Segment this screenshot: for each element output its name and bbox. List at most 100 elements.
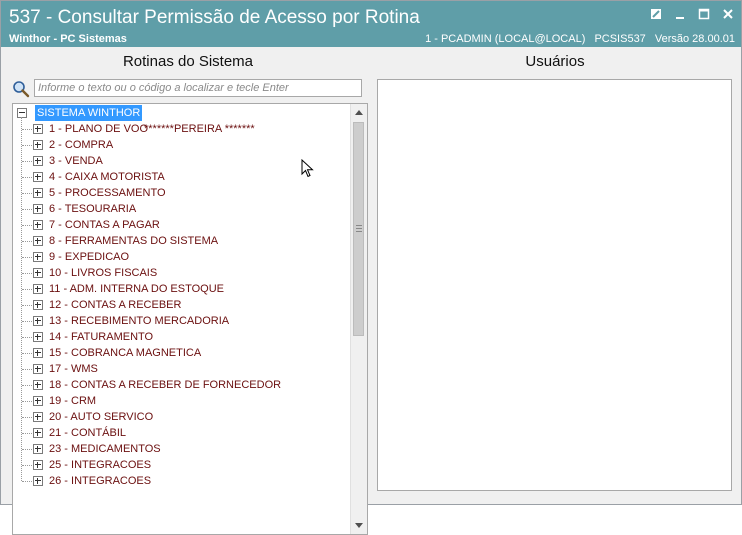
tree-item-label: 13 - RECEBIMENTO MERCADORIA xyxy=(49,315,230,327)
tree-node-label: SISTEMA WINTHOR xyxy=(35,105,143,121)
program-code: PCSIS537 xyxy=(594,33,646,45)
window-title: 537 - Consultar Permissão de Acesso por … xyxy=(9,7,420,28)
tree-scrollbar[interactable] xyxy=(350,104,367,534)
tree-item-label: 10 - LIVROS FISCAIS xyxy=(49,267,158,279)
close-button[interactable] xyxy=(721,7,735,21)
app-name: Winthor - PC Sistemas xyxy=(9,33,127,45)
expand-icon[interactable] xyxy=(33,396,43,406)
maximize-button[interactable] xyxy=(697,7,711,21)
title-bar[interactable]: 537 - Consultar Permissão de Acesso por … xyxy=(1,1,741,47)
tree-item-label: 11 - ADM. INTERNA DO ESTOQUE xyxy=(49,283,225,295)
users-panel-title: Usuários xyxy=(525,53,585,70)
tree-item-label: 26 - INTEGRACOES xyxy=(49,475,152,487)
tree-item-label: 9 - EXPEDICAO xyxy=(49,251,130,263)
expand-icon[interactable] xyxy=(33,140,43,150)
expand-icon[interactable] xyxy=(33,428,43,438)
tree-connector-line xyxy=(21,117,23,481)
expand-icon[interactable] xyxy=(33,268,43,278)
tree-item-label: 8 - FERRAMENTAS DO SISTEMA xyxy=(49,235,219,247)
expand-icon[interactable] xyxy=(33,348,43,358)
tree-item-label: 15 - COBRANCA MAGNETICA xyxy=(49,347,202,359)
arrow-up-icon xyxy=(355,110,363,115)
tree-item-label: 5 - PROCESSAMENTO xyxy=(49,187,166,199)
tree-connector-line xyxy=(22,193,32,195)
restore-edit-button[interactable] xyxy=(649,7,663,21)
tree-item-label: 19 - CRM xyxy=(49,395,97,407)
expand-icon[interactable] xyxy=(33,476,43,486)
tree-item-extra: *******PEREIRA ******* xyxy=(144,123,255,135)
mouse-cursor-icon xyxy=(301,159,314,178)
window-controls xyxy=(649,7,735,21)
tree-connector-line xyxy=(22,321,32,323)
tree-connector-line xyxy=(22,161,32,163)
tree-item-label: 21 - CONTÁBIL xyxy=(49,427,127,439)
tree-item-label: 14 - FATURAMENTO xyxy=(49,331,154,343)
search-input[interactable] xyxy=(34,79,362,97)
tree-connector-line xyxy=(22,209,32,211)
tree-item-label: 25 - INTEGRACOES xyxy=(49,459,152,471)
tree-connector-line xyxy=(22,433,32,435)
main-window: 537 - Consultar Permissão de Acesso por … xyxy=(0,0,742,535)
tree-connector-line xyxy=(22,273,32,275)
tree-connector-line xyxy=(22,289,32,291)
tree-connector-line xyxy=(22,353,32,355)
tree-item-label: 3 - VENDA xyxy=(49,155,103,167)
expand-icon[interactable] xyxy=(33,316,43,326)
search-icon[interactable] xyxy=(12,80,30,98)
tree-item-label: 4 - CAIXA MOTORISTA xyxy=(49,171,165,183)
arrow-down-icon xyxy=(355,523,363,528)
expand-icon[interactable] xyxy=(33,188,43,198)
tree-connector-line xyxy=(22,401,32,403)
expand-icon[interactable] xyxy=(33,204,43,214)
scroll-up-button[interactable] xyxy=(351,104,367,120)
tree-item-label: 17 - WMS xyxy=(49,363,98,375)
grip-line xyxy=(356,228,362,229)
minimize-icon xyxy=(676,17,684,19)
expand-icon[interactable] xyxy=(33,332,43,342)
tree-item-label: 2 - COMPRA xyxy=(49,139,114,151)
users-list[interactable] xyxy=(377,79,732,491)
expand-icon[interactable] xyxy=(33,444,43,454)
edit-window-icon xyxy=(651,9,661,19)
user-info: 1 - PCADMIN (LOCAL@LOCAL) xyxy=(425,33,586,45)
grip-line xyxy=(356,231,362,232)
scroll-thumb[interactable] xyxy=(353,122,364,336)
tree-item-label: 7 - CONTAS A PAGAR xyxy=(49,219,160,231)
expand-icon[interactable] xyxy=(33,284,43,294)
scroll-down-button[interactable] xyxy=(351,518,367,534)
expand-icon[interactable] xyxy=(33,124,43,134)
tree-connector-line xyxy=(22,385,32,387)
expand-icon[interactable] xyxy=(33,364,43,374)
expand-icon[interactable] xyxy=(33,300,43,310)
session-info: 1 - PCADMIN (LOCAL@LOCAL) PCSIS537 Versã… xyxy=(419,33,735,45)
routines-panel-title: Rotinas do Sistema xyxy=(122,53,254,70)
tree-connector-line xyxy=(22,449,32,451)
close-icon xyxy=(723,9,733,19)
tree-connector-line xyxy=(22,129,32,131)
tree-item-label: 23 - MEDICAMENTOS xyxy=(49,443,161,455)
tree-connector-line xyxy=(22,257,32,259)
tree-item-label: 6 - TESOURARIA xyxy=(49,203,137,215)
tree-connector-line xyxy=(22,241,32,243)
tree-connector-line xyxy=(22,369,32,371)
grip-line xyxy=(356,225,362,226)
users-panel: Usuários xyxy=(375,47,735,492)
tree-connector-line xyxy=(22,225,32,227)
expand-icon[interactable] xyxy=(33,412,43,422)
minimize-button[interactable] xyxy=(673,7,687,21)
tree-item-label: 18 - CONTAS A RECEBER DE FORNECEDOR xyxy=(49,379,282,391)
expand-icon[interactable] xyxy=(33,220,43,230)
expand-icon[interactable] xyxy=(33,460,43,470)
tree-connector-line xyxy=(22,481,32,483)
expand-icon[interactable] xyxy=(33,236,43,246)
expand-icon[interactable] xyxy=(33,252,43,262)
tree-item-label: 1 - PLANO DE VOO xyxy=(49,123,149,135)
expand-icon[interactable] xyxy=(33,156,43,166)
expand-icon[interactable] xyxy=(33,172,43,182)
tree-connector-line xyxy=(22,337,32,339)
tree-connector-line xyxy=(22,417,32,419)
search-row xyxy=(12,79,367,99)
tree-item-label: 12 - CONTAS A RECEBER xyxy=(49,299,182,311)
expand-icon[interactable] xyxy=(33,380,43,390)
version-label: Versão 28.00.01 xyxy=(654,33,735,45)
